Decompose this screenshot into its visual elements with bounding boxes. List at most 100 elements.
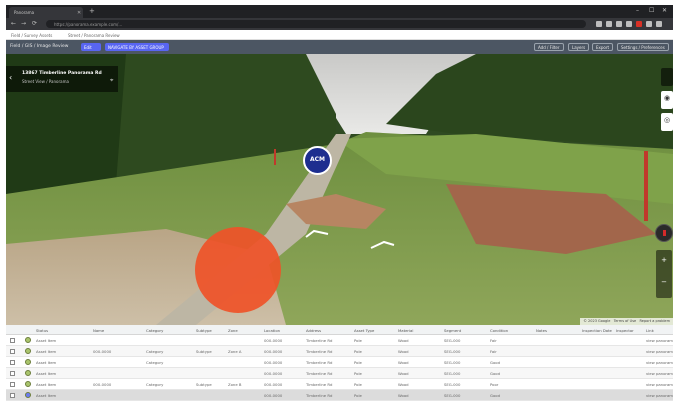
table-cell: 000-0000 [264,371,283,376]
row-checkbox[interactable] [10,349,15,354]
survey-stake [644,151,648,221]
table-cell: Good [490,360,500,365]
url-input[interactable]: https://panorama.example.com/... [46,20,586,28]
extension-icon[interactable] [616,21,622,27]
street-view-panorama[interactable]: ‹ 13867 Timberline Panorama Rd Street Vi… [6,54,673,325]
table-cell: Wood [398,393,409,398]
fullscreen-icon[interactable] [661,68,673,86]
table-row[interactable]: Asset Item 000-0000 Category Subtype Zone A 0… [6,346,673,357]
table-cell[interactable]: view panorama [646,349,673,354]
column-header[interactable]: Notes [536,328,547,333]
table-cell[interactable]: view panorama [646,371,673,376]
window-close-icon[interactable]: ✕ [662,7,667,14]
address-title: 13867 Timberline Panorama Rd [22,71,102,76]
table-cell: 000-0000 [264,382,283,387]
table-cell: Timberline Rd [306,371,333,376]
row-checkbox[interactable] [10,371,15,376]
table-row[interactable]: Asset Item Category 000-0000 Timberline Rd P… [6,357,673,368]
table-cell: Wood [398,360,409,365]
column-header[interactable]: Address [306,328,321,333]
compass-icon[interactable] [655,224,673,242]
column-header[interactable]: Status [36,328,48,333]
table-cell: Zone A [228,349,242,354]
browser-tab[interactable]: Panorama ✕ [9,7,83,18]
acm-pin-badge[interactable]: ACM [303,146,332,175]
column-header[interactable]: Name [93,328,104,333]
table-cell[interactable]: view panorama [646,382,673,387]
column-header[interactable]: Inspector [616,328,634,333]
minimize-icon[interactable]: – [636,7,639,14]
back-arrow-icon[interactable]: ‹ [9,73,12,82]
edit-chip[interactable]: Edit [81,43,101,51]
table-cell: SEG-000 [444,393,461,398]
map-footer: © 2023 Google Terms of Use Report a prob… [580,318,673,325]
row-checkbox[interactable] [10,338,15,343]
table-cell: 000-0000 [264,393,283,398]
row-checkbox[interactable] [10,382,15,387]
zoom-in-button[interactable]: + [656,250,672,264]
close-tab-icon[interactable]: ✕ [77,10,81,16]
extension-icon[interactable] [606,21,612,27]
table-cell: Fair [490,338,497,343]
table-cell: Pole [354,371,362,376]
extension-icon[interactable] [656,21,662,27]
forward-icon[interactable]: → [21,20,26,27]
row-checkbox[interactable] [10,393,15,398]
add-filter-button[interactable]: Add / Filter [534,43,564,51]
column-header[interactable]: Location [264,328,280,333]
table-cell: Timberline Rd [306,382,333,387]
column-header[interactable]: Condition [490,328,508,333]
report-problem-link[interactable]: Report a problem [640,319,670,323]
row-checkbox[interactable] [10,360,15,365]
back-icon[interactable]: ← [11,20,16,27]
breadcrumb-item[interactable]: Street / Panorama Review [68,33,120,38]
column-header[interactable]: Link [646,328,654,333]
column-header[interactable]: Subtype [196,328,212,333]
export-button[interactable]: Export [592,43,614,51]
settings-button[interactable]: Settings / Preferences [617,43,669,51]
table-cell: Asset Item [36,393,57,398]
address-subtitle: Street View / Panorama [22,79,69,84]
extension-icon[interactable] [636,21,642,27]
tab-bar: Panorama ✕ + – ☐ ✕ [6,5,673,18]
table-row[interactable]: Asset Item 000-0000 Category Subtype Zone B 0… [6,379,673,390]
extension-icon[interactable] [626,21,632,27]
table-cell[interactable]: view panorama [646,338,673,343]
table-row[interactable]: Asset Item 000-0000 Timberline Rd Pole Wood S… [6,335,673,346]
column-header[interactable]: Inspection Date [582,328,612,333]
table-cell: SEG-000 [444,360,461,365]
column-header[interactable]: Material [398,328,413,333]
navigate-asset-group-chip[interactable]: NAVIGATE BY ASSET GROUP [105,43,169,51]
reload-icon[interactable]: ⟳ [32,20,37,27]
settings-target-icon[interactable]: ◎ [661,113,673,131]
table-cell: 000-0000 [93,349,112,354]
status-dot-icon [25,370,31,376]
table-cell: Timberline Rd [306,349,333,354]
table-cell: Asset Item [36,338,57,343]
table-row[interactable]: Asset Item 000-0000 Timberline Rd Pole Wood S… [6,368,673,379]
table-cell: Asset Item [36,382,57,387]
layers-button[interactable]: Layers [568,43,590,51]
zoom-out-button[interactable]: − [656,264,672,286]
maximize-icon[interactable]: ☐ [649,7,654,14]
extension-icon[interactable] [596,21,602,27]
column-header[interactable]: Asset Type [354,328,374,333]
column-header[interactable]: Segment [444,328,461,333]
new-tab-icon[interactable]: + [89,7,95,15]
extension-icon[interactable] [646,21,652,27]
map-pin-icon[interactable]: ⌖ [110,77,113,85]
column-header[interactable]: Zone [228,328,238,333]
table-cell[interactable]: view panorama [646,393,673,398]
column-header[interactable]: Category [146,328,163,333]
table-cell: Category [146,349,164,354]
table-cell: Pole [354,393,362,398]
terms-link[interactable]: Terms of Use [614,319,636,323]
table-cell[interactable]: view panorama [646,360,673,365]
table-cell: SEG-000 [444,382,461,387]
location-target-icon[interactable]: ◉ [661,91,673,109]
table-row[interactable]: Asset Item 000-0000 Timberline Rd Pole Wood S… [6,390,673,401]
asset-marker-circle[interactable] [195,227,281,313]
table-cell: Zone B [228,382,242,387]
breadcrumb-item[interactable]: Field / Survey Assets [11,33,52,38]
table-cell: Timberline Rd [306,338,333,343]
